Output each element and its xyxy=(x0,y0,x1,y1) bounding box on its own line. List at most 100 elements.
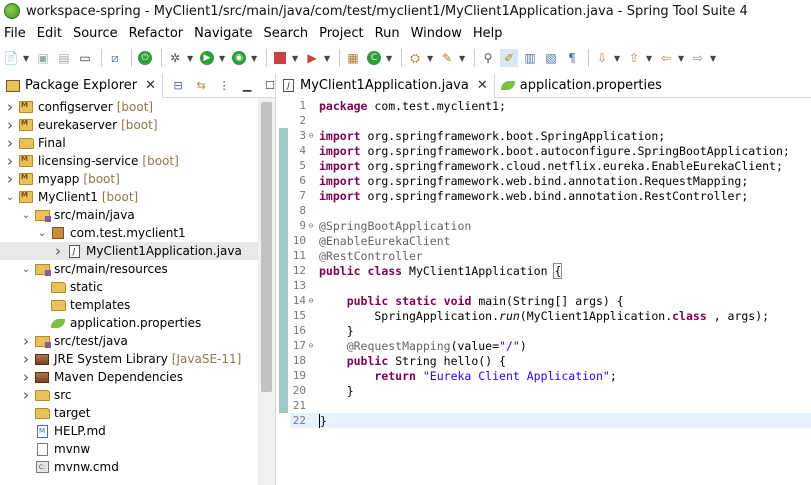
fold-toggle-icon[interactable]: ⊖ xyxy=(306,296,316,305)
new-java-package-icon[interactable]: ▦ xyxy=(344,49,362,67)
tree-item[interactable]: › J MyClient1Application.java xyxy=(0,242,258,260)
editor-tab[interactable]: J MyClient1Application.java ✕ xyxy=(277,73,495,98)
run-icon[interactable]: ▶ xyxy=(198,49,216,67)
tree-item[interactable]: › configserver[boot] xyxy=(0,98,258,116)
tree-item[interactable]: templates xyxy=(0,296,258,314)
skip-breakpoints-icon[interactable]: ⧄ xyxy=(106,49,124,67)
save-icon[interactable]: ▣ xyxy=(34,49,52,67)
tree-item[interactable]: ⌄ src/main/java xyxy=(0,206,258,224)
code-line[interactable]: 20 } xyxy=(290,383,811,398)
previous-annotation-icon[interactable]: ⇧ xyxy=(625,49,643,67)
code-line[interactable]: 14 ⊖ public static void main(String[] arg… xyxy=(290,293,811,308)
menu-refactor[interactable]: Refactor xyxy=(125,26,191,41)
minimize-icon[interactable]: ▁ xyxy=(239,78,255,94)
chevron-down-icon[interactable]: ▼ xyxy=(614,54,622,63)
code-line[interactable]: 4 import org.springframework.boot.autocon… xyxy=(290,143,811,158)
code-line[interactable]: 22} xyxy=(290,413,811,428)
code-line[interactable]: 16 } xyxy=(290,323,811,338)
close-icon[interactable]: ✕ xyxy=(477,78,488,93)
tree-item[interactable]: ⌄ src/main/resources xyxy=(0,260,258,278)
search-icon[interactable]: ✎ xyxy=(438,49,456,67)
collapsed-chevron-icon[interactable]: › xyxy=(20,368,32,386)
debug-icon[interactable]: ✲ xyxy=(166,49,184,67)
code-line[interactable]: 6 import org.springframework.web.bind.ann… xyxy=(290,173,811,188)
collapsed-chevron-icon[interactable]: › xyxy=(4,98,16,116)
tree-item[interactable]: › src/test/java xyxy=(0,332,258,350)
fold-toggle-icon[interactable]: ⊖ xyxy=(306,221,316,230)
collapsed-chevron-icon[interactable]: › xyxy=(4,116,16,134)
external-tools-icon[interactable]: ▶ xyxy=(303,49,321,67)
chevron-down-icon[interactable]: ▼ xyxy=(292,54,300,63)
tree-item[interactable]: › Final xyxy=(0,134,258,152)
save-all-icon[interactable]: ▤ xyxy=(55,49,73,67)
collapsed-chevron-icon[interactable]: › xyxy=(4,134,16,152)
editor-tab[interactable]: application.properties xyxy=(495,74,668,98)
tree-item[interactable]: M HELP.md xyxy=(0,422,258,440)
menu-help[interactable]: Help xyxy=(469,26,510,41)
chevron-down-icon[interactable]: ▼ xyxy=(23,54,31,63)
code-line[interactable]: 8 xyxy=(290,203,811,218)
chevron-down-icon[interactable]: ▼ xyxy=(710,54,718,63)
toggle-block-selection-icon[interactable]: ▥ xyxy=(521,49,539,67)
code-line[interactable]: 2 xyxy=(290,113,811,128)
close-icon[interactable]: ✕ xyxy=(145,78,156,93)
code-line[interactable]: 3 ⊖ import org.springframework.boot.Spring… xyxy=(290,128,811,143)
show-whitespace-icon[interactable]: ¶ xyxy=(563,49,581,67)
collapsed-chevron-icon[interactable]: › xyxy=(52,242,64,260)
expanded-chevron-icon[interactable]: ⌄ xyxy=(36,228,48,239)
code-line[interactable]: 9 ⊖ @SpringBootApplication xyxy=(290,218,811,233)
menu-navigate[interactable]: Navigate xyxy=(190,26,259,41)
collapsed-chevron-icon[interactable]: › xyxy=(20,350,32,368)
maximize-icon[interactable]: ☐ xyxy=(262,78,278,94)
menu-project[interactable]: Project xyxy=(315,26,370,41)
code-line[interactable]: 13 xyxy=(290,278,811,293)
toggle-mark-occurrences-icon[interactable]: ⚲ xyxy=(479,49,497,67)
menu-edit[interactable]: Edit xyxy=(33,26,69,41)
view-menu-icon[interactable]: ⋮ xyxy=(216,78,232,94)
tree-item[interactable]: › Maven Dependencies xyxy=(0,368,258,386)
collapsed-chevron-icon[interactable]: › xyxy=(4,152,16,170)
stop-icon[interactable] xyxy=(271,49,289,67)
new-java-class-icon[interactable]: C xyxy=(365,49,383,67)
back-icon[interactable]: ⇦ xyxy=(657,49,675,67)
collapse-all-icon[interactable]: ⊟ xyxy=(170,78,186,94)
terminal-icon[interactable]: ▭ xyxy=(76,49,94,67)
code-line[interactable]: 15 SpringApplication.run(MyClient1Applic… xyxy=(290,308,811,323)
expanded-chevron-icon[interactable]: ⌄ xyxy=(4,192,16,203)
boot-dashboard-icon[interactable]: ⏻ xyxy=(136,49,154,67)
tree-item[interactable]: › eurekaserver[boot] xyxy=(0,116,258,134)
code-line[interactable]: 18 public String hello() { xyxy=(290,353,811,368)
tree-item[interactable]: › src xyxy=(0,386,258,404)
chevron-down-icon[interactable]: ▼ xyxy=(187,54,195,63)
tree-item[interactable]: target xyxy=(0,404,258,422)
chevron-down-icon[interactable]: ▼ xyxy=(324,54,332,63)
open-type-icon[interactable]: ⛭ xyxy=(406,49,424,67)
tree-item[interactable]: › licensing-service[boot] xyxy=(0,152,258,170)
collapsed-chevron-icon[interactable]: › xyxy=(20,386,32,404)
tree-item[interactable]: ⌄ com.test.myclient1 xyxy=(0,224,258,242)
chevron-down-icon[interactable]: ▼ xyxy=(386,54,394,63)
chevron-down-icon[interactable]: ▼ xyxy=(678,54,686,63)
code-line[interactable]: 5 import org.springframework.cloud.netfli… xyxy=(290,158,811,173)
tree-item[interactable]: mvnw xyxy=(0,440,258,458)
forward-icon[interactable]: ⇨ xyxy=(689,49,707,67)
expanded-chevron-icon[interactable]: ⌄ xyxy=(20,210,32,221)
code-line[interactable]: 21 xyxy=(290,398,811,413)
chevron-down-icon[interactable]: ▼ xyxy=(459,54,467,63)
code-line[interactable]: 10 @EnableEurekaClient xyxy=(290,233,811,248)
next-annotation-icon[interactable]: ⇩ xyxy=(593,49,611,67)
chevron-down-icon[interactable]: ▼ xyxy=(251,54,259,63)
chevron-down-icon[interactable]: ▼ xyxy=(646,54,654,63)
menu-run[interactable]: Run xyxy=(371,26,407,41)
menu-file[interactable]: File xyxy=(0,26,33,41)
fold-toggle-icon[interactable]: ⊖ xyxy=(306,131,316,140)
new-icon[interactable]: 📄 xyxy=(2,49,20,67)
code-editor[interactable]: 1 package com.test.myclient1; 2 3 ⊖ import or… xyxy=(277,98,811,485)
chevron-down-icon[interactable]: ▼ xyxy=(427,54,435,63)
chevron-down-icon[interactable]: ▼ xyxy=(219,54,227,63)
collapsed-chevron-icon[interactable]: › xyxy=(20,332,32,350)
code-line[interactable]: 1 package com.test.myclient1; xyxy=(290,98,811,113)
tree-item[interactable]: C: mvnw.cmd xyxy=(0,458,258,476)
tree-item[interactable]: › myapp[boot] xyxy=(0,170,258,188)
word-wrap-icon[interactable]: ▧ xyxy=(542,49,560,67)
